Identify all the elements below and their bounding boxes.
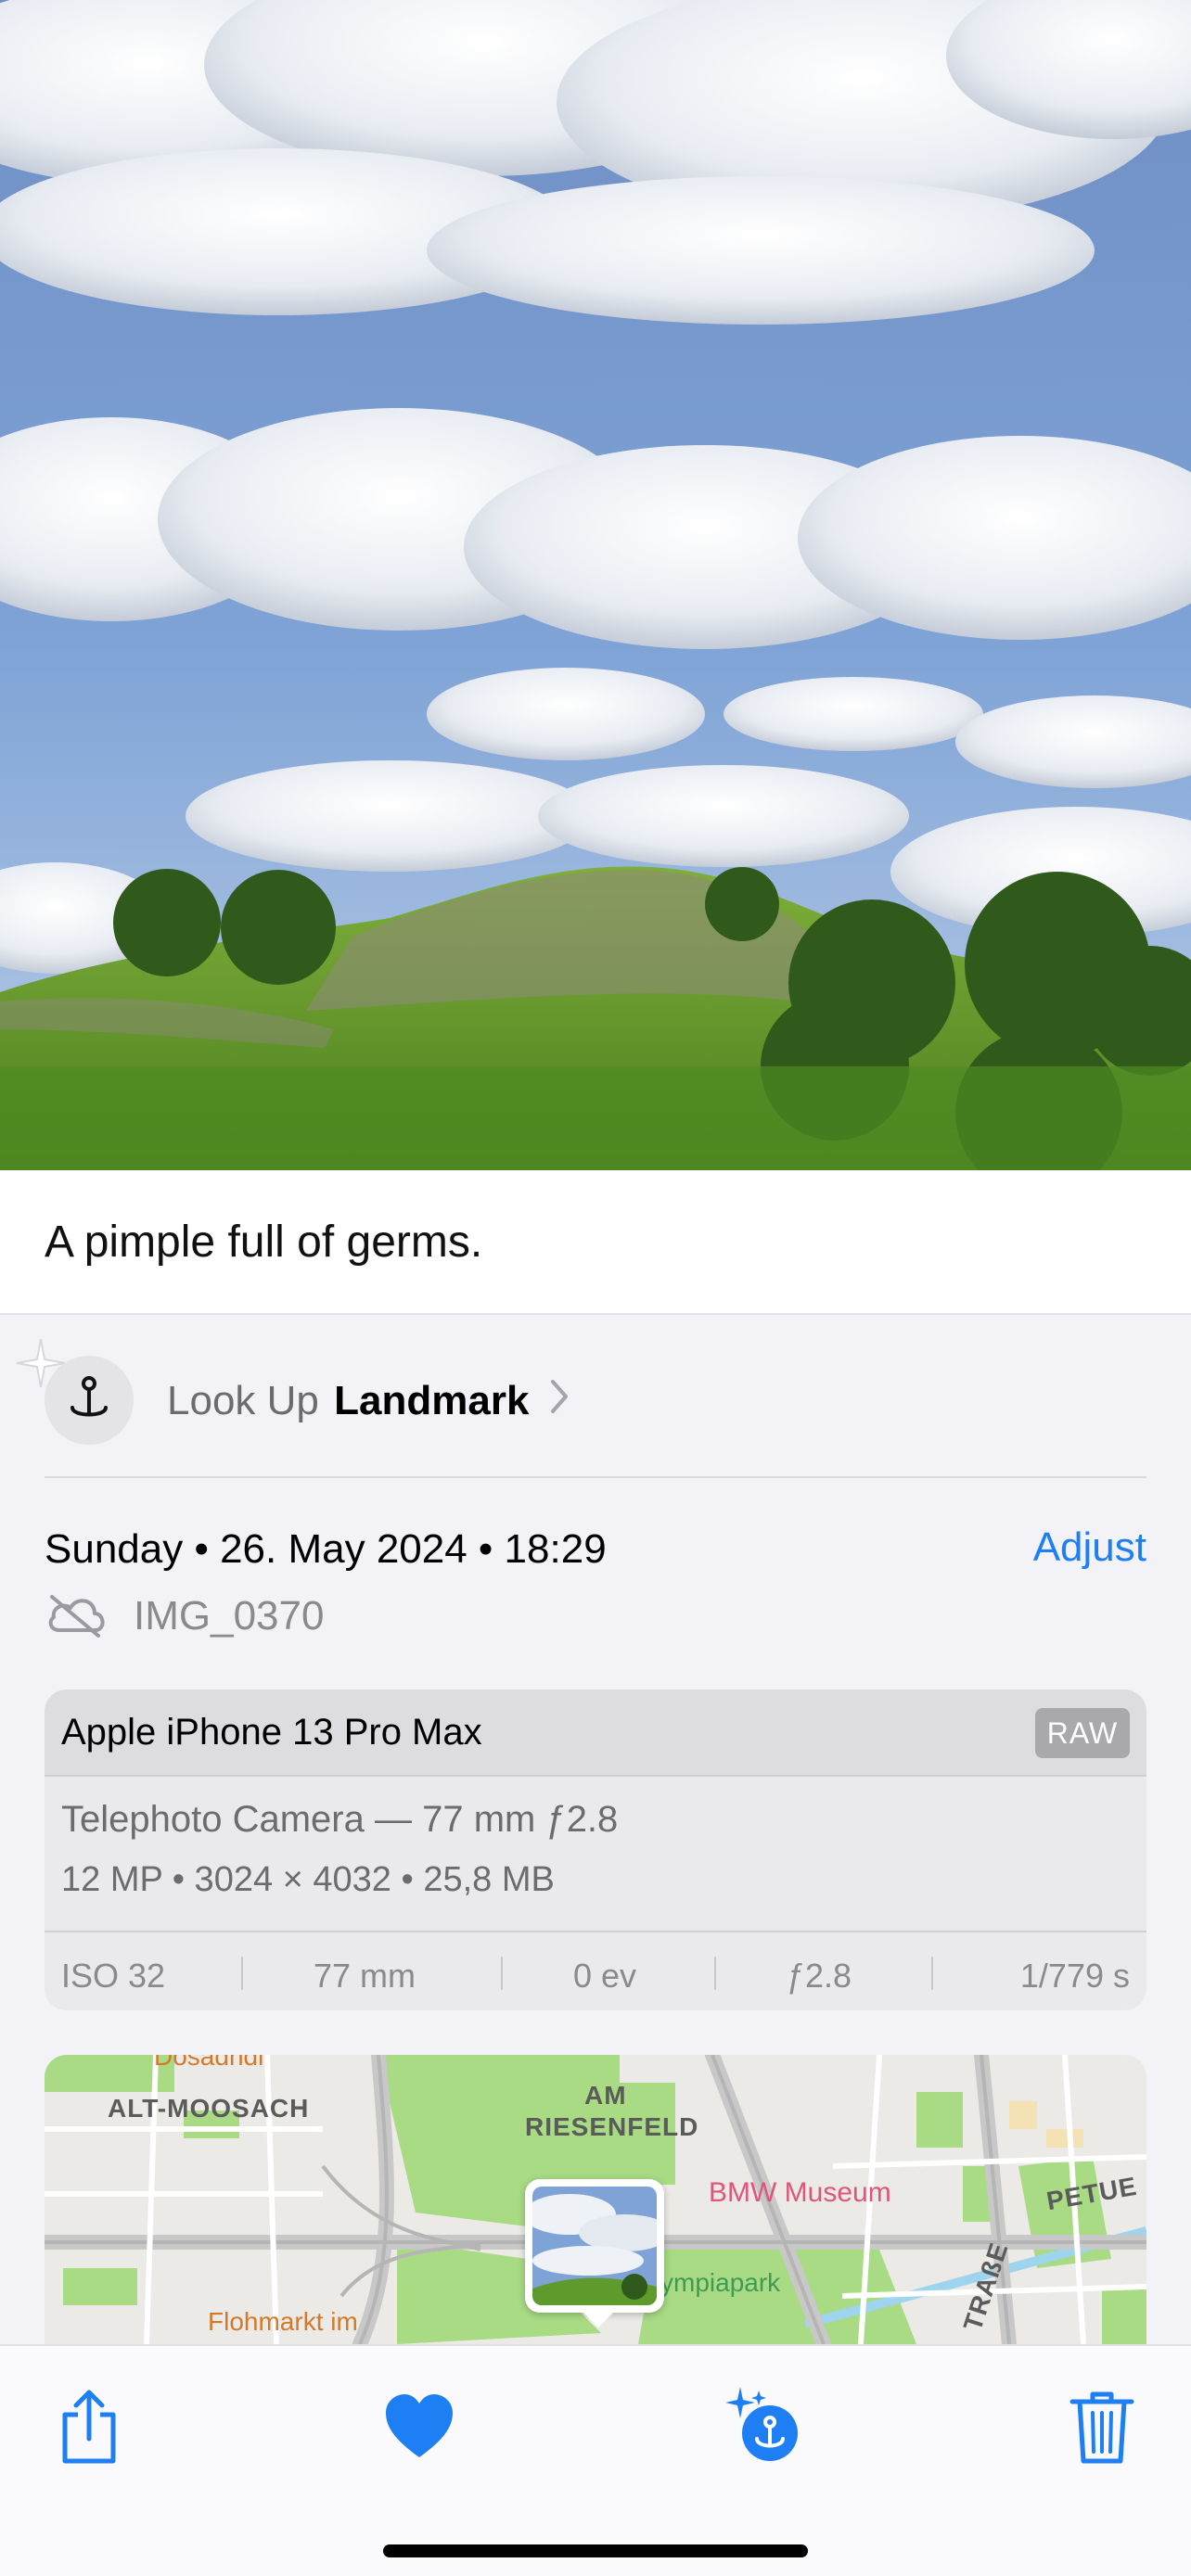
caption-text[interactable]: A pimple full of germs. bbox=[45, 1217, 482, 1268]
adjust-button[interactable]: Adjust bbox=[1033, 1524, 1146, 1571]
camera-header: Apple iPhone 13 Pro Max RAW bbox=[45, 1690, 1146, 1777]
map-poi-bmw-museum[interactable]: BMW Museum bbox=[709, 2177, 891, 2209]
camera-model: Apple iPhone 13 Pro Max bbox=[61, 1712, 482, 1753]
separator bbox=[501, 1957, 503, 1990]
raw-badge: RAW bbox=[1035, 1708, 1130, 1758]
photo[interactable] bbox=[0, 0, 1191, 1170]
trash-icon bbox=[1069, 2391, 1134, 2464]
photo-location-pin[interactable] bbox=[525, 2179, 664, 2327]
favorite-button[interactable] bbox=[375, 2381, 464, 2470]
shutter-speed-value: 1/779 s bbox=[1019, 1957, 1130, 1995]
separator bbox=[714, 1957, 716, 1990]
iso-value: ISO 32 bbox=[61, 1957, 166, 1995]
capture-date: Sunday • 26. May 2024 • 18:29 bbox=[45, 1526, 607, 1572]
exposure-settings: ISO 32 77 mm 0 ev ƒ2.8 1/779 s bbox=[45, 1931, 1146, 2010]
delete-button[interactable] bbox=[1057, 2381, 1146, 2470]
look-up-landmark-row[interactable]: Look Up Landmark bbox=[0, 1315, 1191, 1478]
map-label-am: AM bbox=[584, 2081, 627, 2110]
photo-image bbox=[0, 0, 1191, 1170]
file-name: IMG_0370 bbox=[134, 1593, 325, 1639]
pin-tip bbox=[583, 2313, 613, 2327]
cloud-slash-icon bbox=[48, 1595, 105, 1638]
photo-thumbnail bbox=[532, 2187, 657, 2305]
visual-lookup-icon bbox=[725, 2387, 798, 2461]
map-label-olympiapark: ympiapark bbox=[660, 2268, 781, 2297]
landmark-pin-icon bbox=[45, 1356, 134, 1445]
map-poi-top: Dosadhdl bbox=[154, 2055, 264, 2071]
location-map[interactable]: Dosadhdl ALT-MOOSACH AM RIESENFELD BMW M… bbox=[45, 2055, 1146, 2344]
separator bbox=[241, 1957, 243, 1990]
look-up-subject: Landmark bbox=[334, 1378, 530, 1423]
lens-info: Telephoto Camera — 77 mm ƒ2.8 bbox=[61, 1799, 619, 1840]
chevron-right-icon bbox=[551, 1380, 568, 1413]
caption-area[interactable]: A pimple full of germs. bbox=[0, 1170, 1191, 1315]
divider bbox=[45, 1476, 1146, 1478]
bottom-toolbar bbox=[0, 2344, 1191, 2576]
visual-lookup-button[interactable] bbox=[718, 2381, 807, 2470]
look-up-label: Look Up Landmark bbox=[167, 1378, 529, 1424]
map-poi-flohmarkt[interactable]: Flohmarkt im bbox=[208, 2307, 358, 2337]
aperture-value: ƒ2.8 bbox=[787, 1957, 852, 1995]
focal-length-value: 77 mm bbox=[314, 1957, 416, 1995]
share-button[interactable] bbox=[45, 2381, 134, 2470]
map-label-riesenfeld: RIESENFELD bbox=[525, 2112, 699, 2141]
info-panel: Look Up Landmark Sunday • 26. May 2024 •… bbox=[0, 1315, 1191, 2344]
separator bbox=[931, 1957, 933, 1990]
share-icon bbox=[62, 2390, 116, 2464]
heart-icon bbox=[386, 2394, 453, 2457]
exposure-value: 0 ev bbox=[573, 1957, 637, 1995]
map-label-alt-moosach: ALT-MOOSACH bbox=[108, 2094, 310, 2123]
home-indicator[interactable] bbox=[383, 2544, 808, 2557]
camera-info-card: Apple iPhone 13 Pro Max RAW Telephoto Ca… bbox=[45, 1690, 1146, 2010]
look-up-prefix: Look Up bbox=[167, 1378, 319, 1423]
image-specs: 12 MP • 3024 × 4032 • 25,8 MB bbox=[61, 1860, 555, 1899]
